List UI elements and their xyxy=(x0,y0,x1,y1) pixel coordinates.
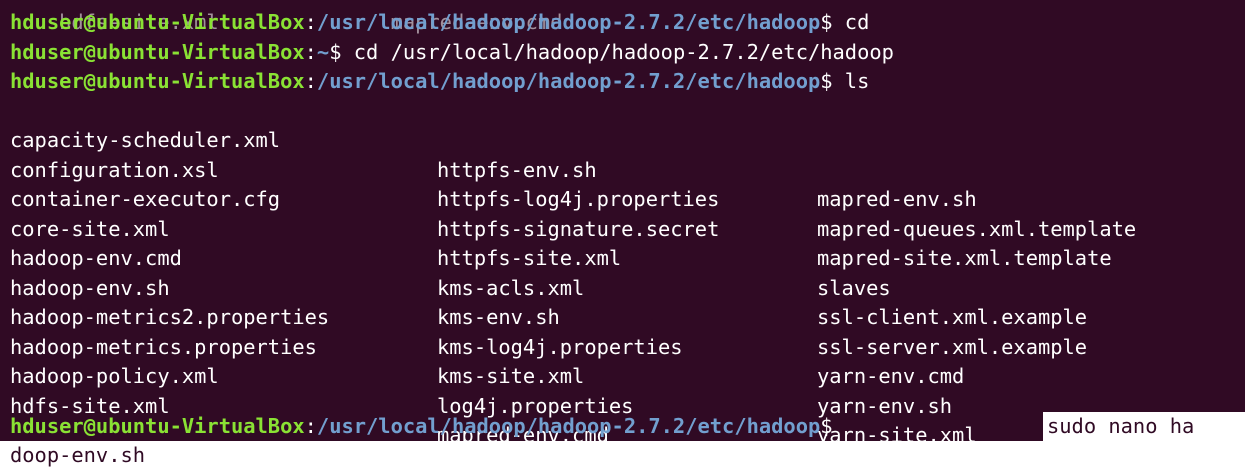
prompt-path: /usr/local/hadoop/hadoop-2.7.2/etc/hadoo… xyxy=(316,10,821,34)
current-prompt-line: hduser@ubuntu-VirtualBox:/usr/local/hado… xyxy=(10,412,833,442)
selected-command-highlight[interactable]: sudo nano ha xyxy=(1043,412,1245,441)
listing-row: hadoop-env.cmd kms-acls.xml ssl-client.x… xyxy=(10,215,1240,329)
prompt-path: /usr/local/hadoop/hadoop-2.7.2/etc/hadoo… xyxy=(316,414,821,438)
partial-output-line: hdfs-site.xml mapred-env.cmd xyxy=(10,0,562,34)
prompt-symbol: $ xyxy=(820,69,833,93)
typed-command-continuation: doop-env.sh xyxy=(10,443,146,467)
listing-row: hadoop-metrics2.properties kms-log4j.pro… xyxy=(10,274,1240,388)
listing-row: configuration.xsl httpfs-log4j.propertie… xyxy=(10,126,1240,241)
prompt-separator: : xyxy=(304,10,317,34)
listing-row: capacity-scheduler.xml httpfs-env.sh map… xyxy=(10,97,1240,211)
prompt-line: hduser@ubuntu-VirtualBox:/usr/local/hado… xyxy=(10,67,869,97)
listing-row: core-site.xml httpfs-site.xml slaves xyxy=(10,185,1240,300)
prompt-path: ~ xyxy=(316,39,330,64)
prompt-path: /usr/local/hadoop/hadoop-2.7.2/etc/hadoo… xyxy=(316,69,821,93)
prompt-command: ls xyxy=(832,69,870,93)
prompt-command: cd xyxy=(832,10,870,34)
prompt-separator: : xyxy=(304,414,317,438)
listing-row: hadoop-env.sh kms-env.sh ssl-server.xml.… xyxy=(10,244,1240,359)
prompt-separator: : xyxy=(304,39,317,64)
listing-row: hdfs-site.xml mapred-env.cmd xyxy=(10,362,1240,448)
prompt-line: hduser@ubuntu-VirtualBox:~$ cd /usr/loca… xyxy=(10,38,894,68)
file-name: yarn-env.sh xyxy=(817,393,953,418)
prompt-command: cd /usr/local/hadoop/hadoop-2.7.2/etc/ha… xyxy=(341,39,894,64)
terminal-window[interactable]: hdfs-site.xml mapred-env.cmd hduser@ubun… xyxy=(0,0,1245,471)
prompt-user: hduser@ubuntu-VirtualBox xyxy=(10,39,305,64)
listing-row: container-executor.cfg httpfs-signature.… xyxy=(10,156,1240,270)
prompt-user: hduser@ubuntu-VirtualBox xyxy=(10,10,305,34)
listing-row: hadoop-metrics.properties kms-site.xml y… xyxy=(10,303,1240,418)
typed-command: sudo nano ha xyxy=(1047,414,1195,438)
prompt-symbol: $ xyxy=(820,10,833,34)
listing-row: hadoop-policy.xml log4j.properties yarn-… xyxy=(10,333,1240,447)
wrapped-command-line[interactable]: doop-env.sh xyxy=(0,441,1245,471)
prompt-user: hduser@ubuntu-VirtualBox xyxy=(10,414,305,438)
prompt-user: hduser@ubuntu-VirtualBox xyxy=(10,69,305,93)
prompt-symbol: $ xyxy=(329,39,342,64)
prompt-separator: : xyxy=(304,69,317,93)
prompt-symbol: $ xyxy=(820,414,833,438)
prompt-line: hduser@ubuntu-VirtualBox:/usr/local/hado… xyxy=(10,8,869,38)
